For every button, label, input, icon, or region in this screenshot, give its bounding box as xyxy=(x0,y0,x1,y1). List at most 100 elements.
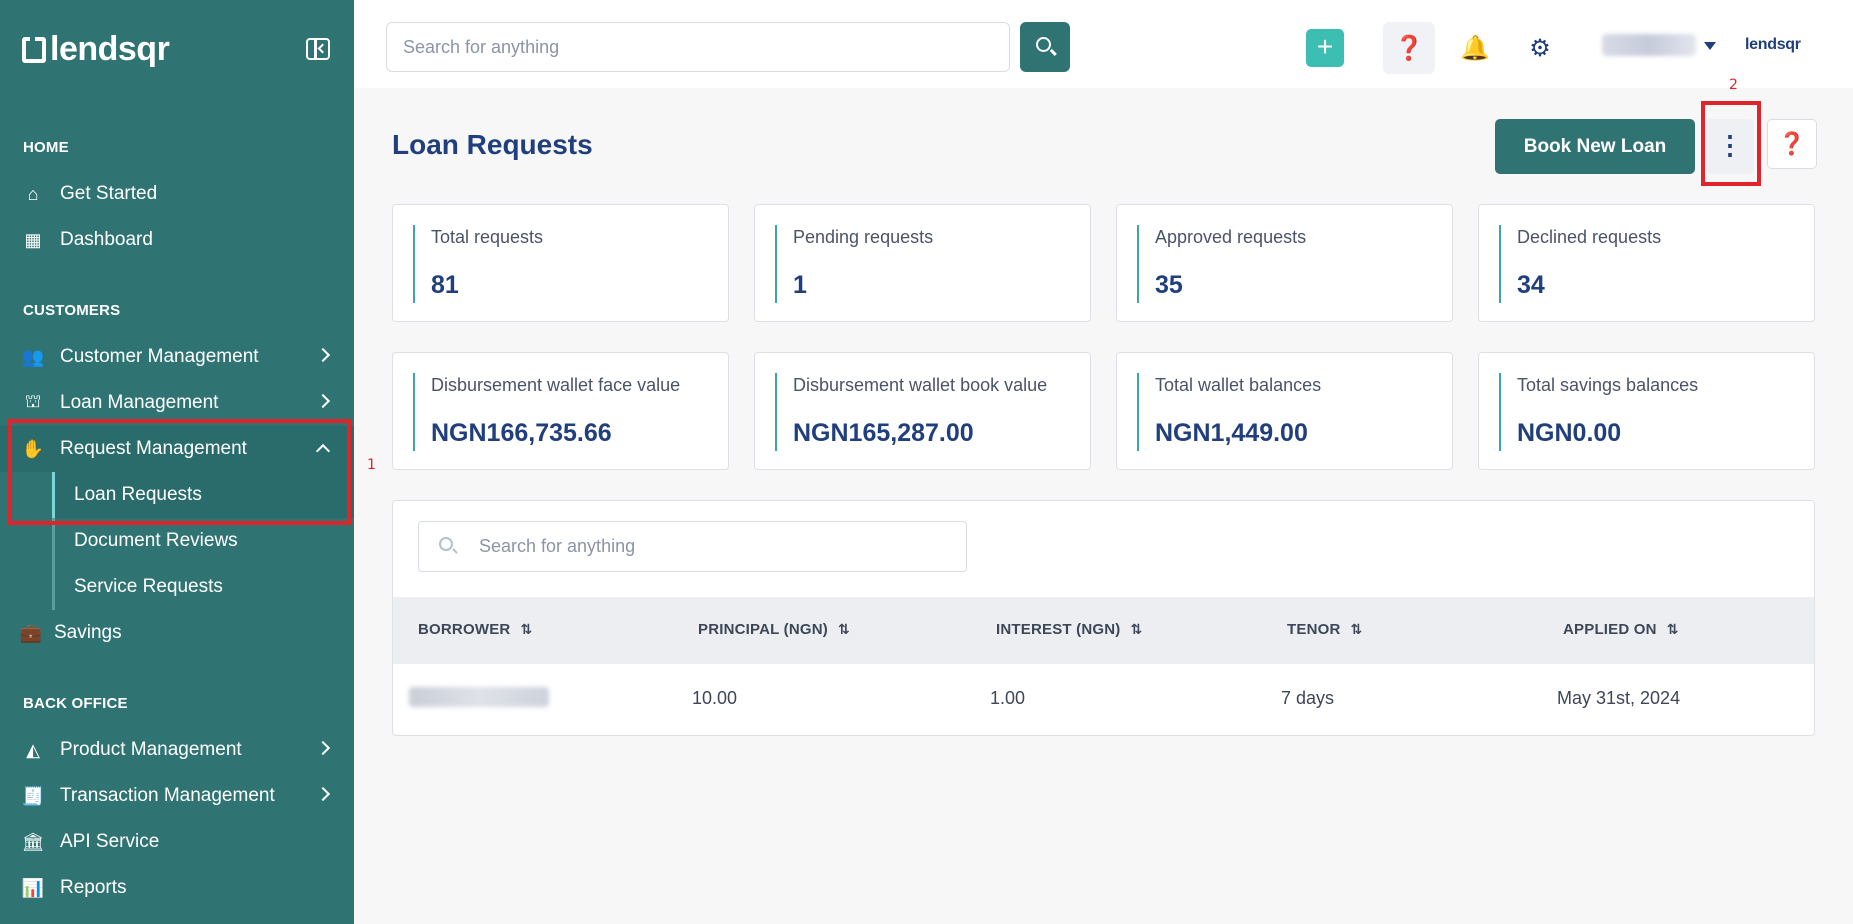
search-input[interactable]: Search for anything xyxy=(386,22,1010,72)
stat-value: NGN165,287.00 xyxy=(793,419,974,447)
stat-card-wallet-face-value: Disbursement wallet face value NGN166,73… xyxy=(392,352,729,470)
page-title: Loan Requests xyxy=(392,129,593,160)
bank-icon: ⛫ xyxy=(24,391,42,411)
column-label: PRINCIPAL (NGN) xyxy=(698,621,828,638)
sidebar-item-savings[interactable]: 💼 Savings xyxy=(0,610,354,656)
stat-card-total-requests: Total requests 81 xyxy=(392,204,729,322)
sidebar-item-dashboard[interactable]: ▦ Dashboard xyxy=(0,217,354,263)
stat-value: NGN0.00 xyxy=(1517,419,1622,447)
sidebar-subitem-document-reviews[interactable]: Document Reviews xyxy=(74,530,238,552)
search-icon xyxy=(439,537,453,551)
column-borrower[interactable]: BORROWER ⇅ xyxy=(418,621,532,638)
help-book-icon: ❓ xyxy=(1778,131,1806,156)
bell-icon: 🔔 xyxy=(1460,34,1490,62)
column-tenor[interactable]: TENOR ⇅ xyxy=(1287,621,1362,638)
column-applied-on[interactable]: APPLIED ON ⇅ xyxy=(1563,621,1679,638)
sidebar-item-get-started[interactable]: ⌂ Get Started xyxy=(0,171,354,217)
sidebar-item-label: Reports xyxy=(60,877,127,898)
shapes-icon: ◭ xyxy=(26,739,40,760)
sidebar-item-customer-management[interactable]: 👥 Customer Management xyxy=(0,334,354,380)
column-label: APPLIED ON xyxy=(1563,621,1657,638)
borrower-name-blurred xyxy=(409,687,549,707)
dashboard-icon: ▦ xyxy=(24,229,42,250)
add-button[interactable]: + xyxy=(1306,29,1344,67)
collapse-sidebar-icon[interactable] xyxy=(306,38,330,60)
stat-label: Disbursement wallet face value xyxy=(431,375,681,395)
help-button[interactable]: ❓ xyxy=(1383,22,1435,74)
gear-icon: ⚙ xyxy=(1529,34,1551,62)
highlight-box-2 xyxy=(1701,101,1761,186)
reports-icon: 📊 xyxy=(21,877,45,898)
column-label: INTEREST (NGN) xyxy=(996,621,1121,638)
stat-value: 34 xyxy=(1517,271,1545,299)
company-logo: lendsqr xyxy=(1745,36,1801,53)
users-icon: 👥 xyxy=(21,346,45,367)
stat-label: Disbursement wallet book value xyxy=(793,375,1048,395)
sidebar-subitem-service-requests[interactable]: Service Requests xyxy=(74,576,223,598)
stat-value: 35 xyxy=(1155,271,1183,299)
card-accent xyxy=(1137,225,1139,303)
sidebar-item-label: Dashboard xyxy=(60,229,153,250)
stat-card-declined-requests: Declined requests 34 xyxy=(1478,204,1815,322)
sidebar-item-label: API Service xyxy=(60,831,160,852)
card-accent xyxy=(1137,373,1139,451)
stat-card-wallet-balances: Total wallet balances NGN1,449.00 xyxy=(1116,352,1453,470)
stat-label: Total wallet balances xyxy=(1155,375,1322,395)
page-help-button[interactable]: ❓ xyxy=(1767,119,1817,169)
loan-requests-table-panel: Search for anything BORROWER ⇅ PRINCIPAL… xyxy=(392,500,1815,736)
book-new-loan-button[interactable]: Book New Loan xyxy=(1495,119,1695,174)
sort-icon[interactable]: ⇅ xyxy=(1351,622,1363,638)
logo-text: lendsqr xyxy=(50,30,170,68)
sort-icon[interactable]: ⇅ xyxy=(520,622,532,638)
sidebar-item-api-service[interactable]: 🏛 API Service xyxy=(0,819,354,865)
receipt-icon: 🧾 xyxy=(21,785,45,806)
stat-label: Total savings balances xyxy=(1517,375,1699,395)
applied-on-cell: May 31st, 2024 xyxy=(1557,688,1681,708)
home-icon: ⌂ xyxy=(27,183,39,204)
sidebar-item-transaction-management[interactable]: 🧾 Transaction Management xyxy=(0,773,354,819)
sidebar-item-reports[interactable]: 📊 Reports xyxy=(0,865,354,911)
help-book-icon: ❓ xyxy=(1394,34,1424,62)
principal-cell: 10.00 xyxy=(692,688,738,708)
tenor-cell: 7 days xyxy=(1281,688,1335,708)
sidebar-item-label: Savings xyxy=(54,622,122,643)
highlight-label-2: 2 xyxy=(1729,77,1738,93)
sort-icon[interactable]: ⇅ xyxy=(1667,622,1679,638)
table-search-placeholder: Search for anything xyxy=(479,536,636,556)
stat-value: NGN166,735.66 xyxy=(431,419,612,447)
section-customers: CUSTOMERS xyxy=(23,302,121,319)
highlight-label-1: 1 xyxy=(367,457,376,473)
card-accent xyxy=(775,225,777,303)
card-accent xyxy=(413,225,415,303)
settings-button[interactable]: ⚙ xyxy=(1514,22,1566,74)
table-header: BORROWER ⇅ PRINCIPAL (NGN) ⇅ INTEREST (N… xyxy=(393,597,1814,664)
interest-cell: 1.00 xyxy=(990,688,1026,708)
sort-icon[interactable]: ⇅ xyxy=(838,622,850,638)
card-accent xyxy=(1499,373,1501,451)
stat-label: Total requests xyxy=(431,227,544,247)
caret-down-icon[interactable] xyxy=(1704,42,1716,50)
notifications-button[interactable]: 🔔 xyxy=(1449,22,1501,74)
card-accent xyxy=(1499,225,1501,303)
sidebar-item-label: Transaction Management xyxy=(60,785,275,806)
card-accent xyxy=(775,373,777,451)
sidebar-item-label: Customer Management xyxy=(60,346,259,367)
table-search-input[interactable]: Search for anything xyxy=(418,521,967,572)
section-home: HOME xyxy=(23,139,69,156)
column-interest[interactable]: INTEREST (NGN) ⇅ xyxy=(996,621,1142,638)
chevron-right-icon xyxy=(315,786,331,802)
column-label: BORROWER xyxy=(418,621,511,638)
user-name-blurred[interactable] xyxy=(1602,34,1696,56)
sort-icon[interactable]: ⇅ xyxy=(1130,622,1142,638)
stat-value: 81 xyxy=(431,271,459,299)
chevron-right-icon xyxy=(315,347,331,363)
sidebar-item-product-management[interactable]: ◭ Product Management xyxy=(0,727,354,773)
search-button[interactable] xyxy=(1020,22,1070,72)
logo[interactable]: lendsqr xyxy=(22,30,170,69)
sidebar-item-label: Get Started xyxy=(60,183,158,204)
stat-label: Approved requests xyxy=(1155,227,1307,247)
column-principal[interactable]: PRINCIPAL (NGN) ⇅ xyxy=(698,621,850,638)
stat-card-wallet-book-value: Disbursement wallet book value NGN165,28… xyxy=(754,352,1091,470)
chevron-right-icon xyxy=(315,740,331,756)
search-icon xyxy=(1036,37,1051,52)
